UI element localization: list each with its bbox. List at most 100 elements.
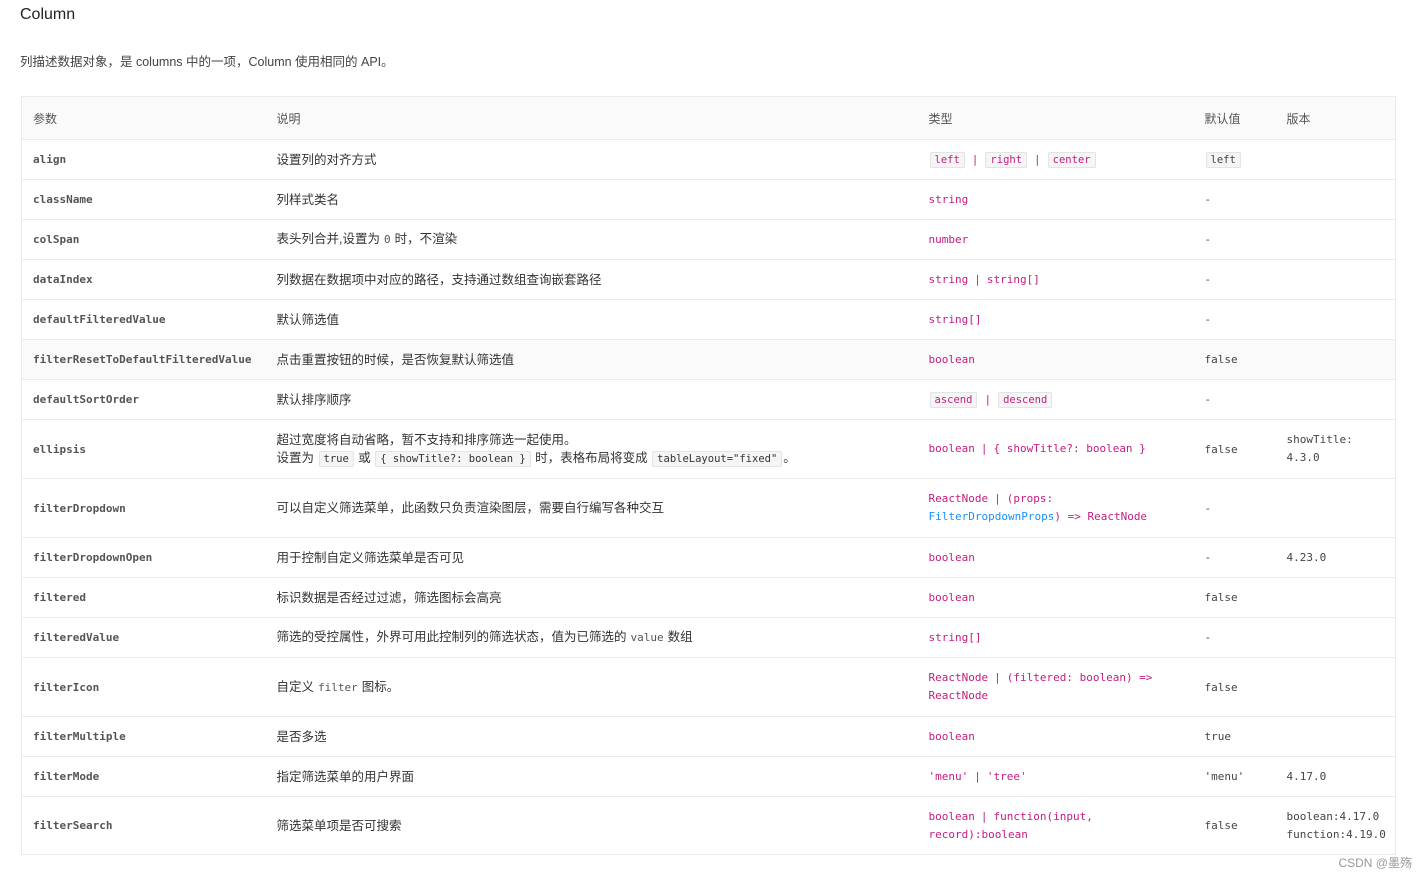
api-table: 参数 说明 类型 默认值 版本 align 设置列的对齐方式 left | righ… bbox=[21, 96, 1396, 855]
param-desc: 用于控制自定义筛选菜单是否可见 bbox=[265, 537, 918, 578]
desc-text: 。 bbox=[783, 450, 796, 465]
table-row: filterDropdown 可以自定义筛选菜单，此函数只负责渲染图层，需要自行… bbox=[21, 478, 1396, 538]
section-title: Column bbox=[20, 6, 76, 23]
type-text: (filtered: boolean) => bbox=[1006, 671, 1153, 684]
table-row: colSpan 表头列合并,设置为 0 时，不渲染 number - bbox=[21, 219, 1396, 260]
param-desc: 表头列合并,设置为 0 时，不渲染 bbox=[265, 219, 918, 260]
version-line: 4.3.0 bbox=[1286, 451, 1320, 464]
param-name: filterMode bbox=[21, 756, 266, 797]
param-desc: 默认筛选值 bbox=[265, 299, 918, 340]
param-name: filterMultiple bbox=[21, 716, 266, 757]
desc-text: 图标。 bbox=[361, 679, 400, 694]
table-row: align 设置列的对齐方式 left | right | center left bbox=[21, 139, 1396, 180]
type-text: string bbox=[928, 272, 969, 286]
param-desc: 是否多选 bbox=[265, 716, 918, 757]
table-row: filterMode 指定筛选菜单的用户界面 'menu' | 'tree' 'me… bbox=[21, 756, 1396, 797]
param-desc: 标识数据是否经过过滤，筛选图标会高亮 bbox=[265, 577, 918, 618]
param-desc: 设置列的对齐方式 bbox=[265, 139, 918, 180]
type-text: { showTitle?: boolean } bbox=[993, 442, 1146, 455]
table-header-row: 参数 说明 类型 默认值 版本 bbox=[21, 96, 1396, 140]
version-line: function:4.19.0 bbox=[1286, 827, 1386, 841]
type-separator: | bbox=[974, 272, 981, 286]
param-default: left bbox=[1193, 139, 1276, 180]
param-version bbox=[1275, 179, 1396, 220]
desc-line: 设置为 true 或 { showTitle?: boolean } 时，表格布… bbox=[277, 449, 918, 468]
table-row: className 列样式类名 string - bbox=[21, 179, 1396, 220]
param-type: number bbox=[917, 219, 1194, 260]
type-tag: center bbox=[1047, 151, 1096, 168]
param-name: colSpan bbox=[21, 219, 266, 260]
param-name: filterDropdown bbox=[21, 478, 266, 538]
param-desc: 指定筛选菜单的用户界面 bbox=[265, 756, 918, 797]
param-default: true bbox=[1193, 716, 1276, 757]
param-default: - bbox=[1193, 537, 1276, 578]
param-desc: 自定义 filter 图标。 bbox=[265, 657, 918, 717]
type-line: ReactNode bbox=[928, 689, 989, 702]
param-version bbox=[1275, 339, 1396, 380]
param-type: boolean bbox=[917, 339, 1194, 380]
type-text: ReactNode bbox=[928, 492, 989, 505]
type-separator: | bbox=[980, 809, 988, 823]
desc-code: 0 bbox=[383, 233, 391, 246]
param-version bbox=[1275, 657, 1396, 717]
table-row: filterSearch 筛选菜单项是否可搜索 boolean | function… bbox=[21, 796, 1396, 855]
page: Column 列描述数据对象，是 columns 中的一项，Column 使用相… bbox=[0, 0, 1424, 879]
param-name: filterDropdownOpen bbox=[21, 537, 266, 578]
param-type: string | string[] bbox=[917, 259, 1194, 300]
type-text: ReactNode bbox=[928, 671, 989, 684]
table-row: filterIcon 自定义 filter 图标。 ReactNode | (filte… bbox=[21, 657, 1396, 717]
param-default: - bbox=[1193, 478, 1276, 538]
type-separator: | bbox=[994, 671, 1001, 684]
section-description: 列描述数据对象，是 columns 中的一项，Column 使用相同的 API。 bbox=[20, 55, 394, 69]
param-type: string bbox=[917, 179, 1194, 220]
param-version bbox=[1275, 139, 1396, 180]
desc-code-tag: { showTitle?: boolean } bbox=[375, 450, 531, 467]
type-link[interactable]: FilterDropdownProps bbox=[929, 510, 1055, 523]
header-type: 类型 bbox=[917, 96, 1194, 140]
table-row: filterDropdownOpen 用于控制自定义筛选菜单是否可见 boole… bbox=[21, 537, 1396, 578]
table-row-hovered: filterResetToDefaultFilteredValue 点击重置按钮… bbox=[21, 339, 1396, 380]
type-line: FilterDropdownProps) => ReactNode bbox=[929, 508, 1194, 526]
param-default: - bbox=[1193, 379, 1276, 420]
type-text: ) => ReactNode bbox=[1054, 510, 1148, 523]
table-row: filteredValue 筛选的受控属性，外界可用此控制列的筛选状态，值为已筛… bbox=[21, 617, 1396, 658]
param-version: boolean:4.17.0 function:4.19.0 bbox=[1275, 796, 1396, 855]
param-name: filterIcon bbox=[21, 657, 266, 717]
param-type: boolean bbox=[917, 577, 1194, 618]
param-version: 4.17.0 bbox=[1275, 756, 1396, 797]
type-tag: descend bbox=[998, 391, 1053, 408]
table-row: ellipsis 超过宽度将自动省略，暂不支持和排序筛选一起使用。 设置为 tr… bbox=[21, 419, 1396, 479]
desc-text: 时，表格布局将变成 bbox=[535, 450, 648, 465]
param-type: string[] bbox=[917, 299, 1194, 340]
desc-text: 时，不渲染 bbox=[394, 232, 458, 246]
param-version bbox=[1275, 617, 1396, 658]
param-type: boolean | function(input, record):boolean bbox=[917, 796, 1194, 855]
header-desc: 说明 bbox=[265, 96, 918, 140]
desc-text: 筛选的受控属性，外界可用此控制列的筛选状态，值为已筛选的 bbox=[276, 630, 627, 644]
desc-line: 超过宽度将自动省略，暂不支持和排序筛选一起使用。 bbox=[276, 432, 577, 447]
table-row: dataIndex 列数据在数据项中对应的路径，支持通过数组查询嵌套路径 str… bbox=[21, 259, 1396, 300]
default-tag: left bbox=[1205, 152, 1241, 168]
type-line: record):boolean bbox=[928, 827, 1028, 841]
param-type: boolean | { showTitle?: boolean } bbox=[917, 419, 1194, 479]
desc-code-tag: true bbox=[318, 450, 354, 467]
param-desc: 默认排序顺序 bbox=[265, 379, 918, 420]
param-name: filteredValue bbox=[21, 617, 266, 658]
param-version: showTitle: 4.3.0 bbox=[1275, 419, 1396, 479]
type-text: boolean bbox=[928, 809, 975, 823]
param-version bbox=[1275, 299, 1396, 340]
param-version bbox=[1275, 716, 1396, 757]
param-desc: 可以自定义筛选菜单，此函数只负责渲染图层，需要自行编写各种交互 bbox=[265, 478, 918, 538]
param-name: filterResetToDefaultFilteredValue bbox=[21, 339, 266, 380]
param-default: - bbox=[1193, 259, 1276, 300]
param-version bbox=[1275, 478, 1396, 538]
param-default: false bbox=[1193, 577, 1276, 618]
param-type: string[] bbox=[917, 617, 1194, 658]
type-text: 'menu' bbox=[928, 769, 969, 783]
param-type: ascend | descend bbox=[917, 379, 1194, 420]
param-version bbox=[1275, 259, 1396, 300]
param-type: left | right | center bbox=[917, 139, 1194, 180]
param-desc: 点击重置按钮的时候，是否恢复默认筛选值 bbox=[265, 339, 918, 380]
desc-text: 数组 bbox=[667, 630, 693, 644]
desc-text: 设置为 bbox=[276, 450, 315, 465]
